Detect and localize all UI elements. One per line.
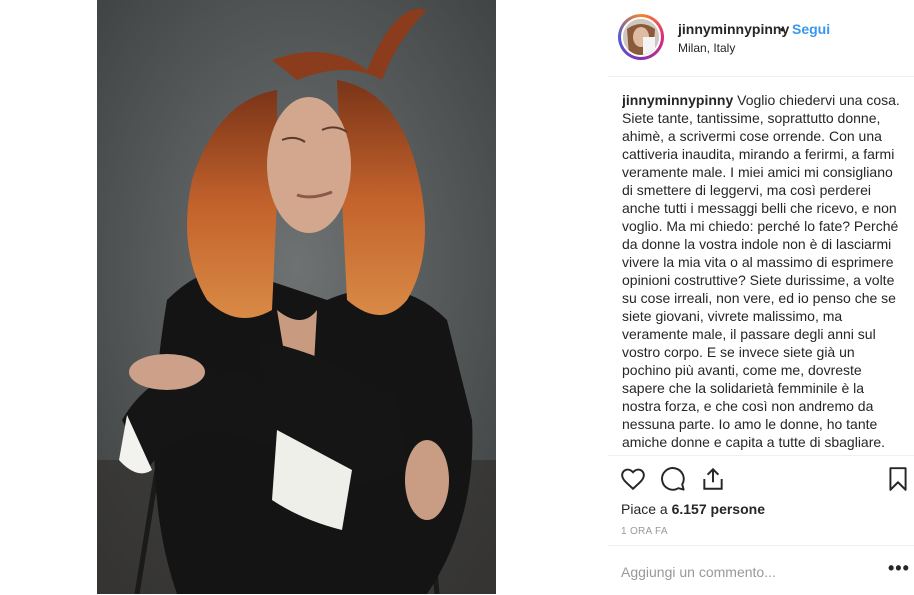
likes-number[interactable]: 6.157 persone xyxy=(672,501,765,517)
post-header: jinnyminnypinny • Segui Milan, Italy xyxy=(608,0,914,77)
bookmark-icon[interactable] xyxy=(885,466,911,492)
post-sidebar: jinnyminnypinny • Segui Milan, Italy jin… xyxy=(608,0,914,594)
share-icon[interactable] xyxy=(700,466,726,492)
separator-dot: • xyxy=(780,21,785,37)
post-location[interactable]: Milan, Italy xyxy=(678,41,735,55)
more-options-icon[interactable]: ••• xyxy=(888,558,910,579)
follow-button[interactable]: Segui xyxy=(792,21,830,37)
post-caption: jinnyminnypinny Voglio chiedervi una cos… xyxy=(622,91,902,455)
avatar[interactable] xyxy=(621,17,661,57)
likes-count[interactable]: Piace a 6.157 persone xyxy=(621,501,765,517)
comment-bar: ••• xyxy=(608,545,914,595)
caption-username[interactable]: jinnyminnypinny xyxy=(622,92,733,108)
caption-text: Voglio chiedervi una cosa. Siete tante, … xyxy=(622,92,900,455)
post-photo[interactable] xyxy=(97,0,496,594)
post-author-username[interactable]: jinnyminnypinny xyxy=(678,21,789,37)
post-timestamp[interactable]: 1 ORA FA xyxy=(621,526,668,537)
comment-input[interactable] xyxy=(621,564,871,580)
comment-icon[interactable] xyxy=(660,466,686,492)
avatar-image xyxy=(623,19,659,55)
likes-prefix: Piace a xyxy=(621,501,672,517)
post-actions: Piace a 6.157 persone 1 ORA FA xyxy=(608,455,914,546)
heart-icon[interactable] xyxy=(620,466,646,492)
avatar-story-ring[interactable] xyxy=(618,14,664,60)
portrait-image xyxy=(97,0,496,594)
